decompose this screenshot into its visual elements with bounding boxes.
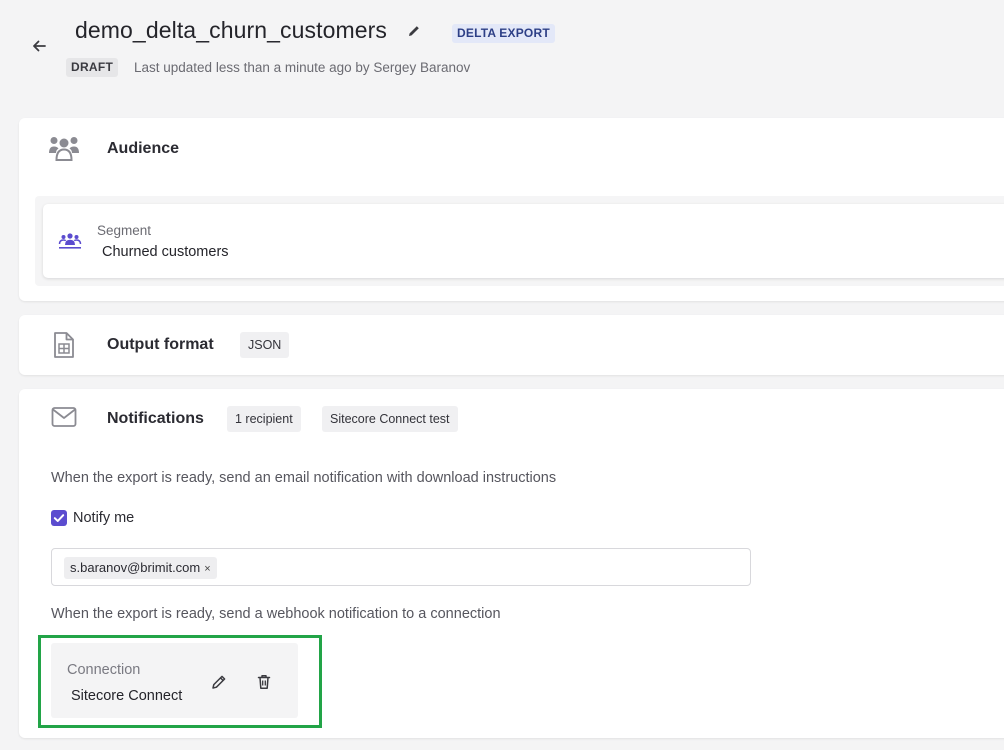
edit-title-button[interactable] [405,22,423,40]
output-format-title: Output format [107,336,214,353]
users-icon [47,134,81,169]
connection-value: Sitecore Connect test [71,688,184,704]
remove-email-button[interactable]: × [204,563,210,575]
webhook-notification-description: When the export is ready, send a webhook… [51,606,501,622]
file-spreadsheet-icon [53,331,75,364]
connection-chip: Sitecore Connect test [322,406,458,432]
page-title: demo_delta_churn_customers [75,17,387,43]
edit-connection-button[interactable] [209,672,229,692]
email-tag: s.baranov@brimit.com × [64,557,217,579]
notify-me-checkbox[interactable] [51,510,67,526]
output-format-chip: JSON [240,332,290,358]
checkmark-icon [53,514,65,522]
notifications-title: Notifications [107,410,204,427]
status-badge: DRAFT [66,58,119,77]
mail-icon [51,406,77,433]
segment-caption: Segment [97,223,152,238]
last-updated-text: Last updated less than a minute ago by S… [134,60,471,75]
trash-icon [257,675,271,689]
segment-icon [58,231,82,256]
arrow-left-icon [33,40,46,52]
delete-connection-button[interactable] [254,672,274,692]
email-notification-description: When the export is ready, send an email … [51,470,557,486]
connection-caption: Connection [67,662,141,678]
email-tag-label: s.baranov@brimit.com [70,560,201,575]
export-type-badge: DELTA EXPORT [452,24,555,43]
pencil-icon [212,675,226,689]
recipients-chip: 1 recipient [227,406,301,432]
notify-me-label[interactable]: Notify me [73,510,134,526]
pencil-icon [409,26,419,36]
audience-title: Audience [107,140,180,157]
back-button[interactable] [28,35,50,57]
segment-value: Churned customers [102,244,229,260]
segment-selector[interactable] [43,204,1004,278]
